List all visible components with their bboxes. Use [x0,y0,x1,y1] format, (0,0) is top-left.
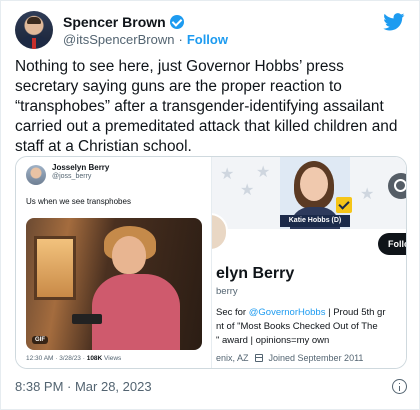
tweet-media[interactable]: Josselyn Berry @joss_berry Us when we se… [15,156,407,369]
embedded-tweet[interactable]: Josselyn Berry @joss_berry Us when we se… [16,157,212,368]
profile-bio-line1: Sec for @GovernorHobbs | Proud 5th gr [216,307,386,318]
calendar-icon [254,354,263,362]
profile-handle: berry [216,286,238,297]
banner-star: ★ [360,186,375,203]
profile-name: elyn Berry [216,265,295,282]
banner-label: Katie Hobbs (D) [280,215,350,227]
embedded-meta: 12:30 AM · 3/28/23 · 108K Views [26,355,121,362]
check-badge-icon [336,197,352,213]
gif-badge: GIF [32,336,48,344]
embedded-meta-time: 12:30 AM · 3/28/23 · [26,355,87,362]
tweet-text: Nothing to see here, just Governor Hobbs… [15,58,398,155]
gif-figure [92,274,180,350]
twitter-bird-icon[interactable] [383,13,405,31]
embedded-gif[interactable]: GIF [26,218,202,350]
profile-joined: Joined September 2011 [268,353,364,363]
author-name-row: Spencer Brown [63,14,184,30]
bio-prefix: Sec for [216,307,249,318]
author-name[interactable]: Spencer Brown [63,14,166,30]
avatar-tie [32,38,36,49]
avatar-hair [27,17,41,24]
profile-screenshot: ★ ★ ★ ★ Katie Hobbs (D) Follo elyn Berry… [212,157,406,368]
embedded-meta-views: 108K [86,355,103,362]
profile-bio-line3: " award | opinions=my own [216,335,330,346]
tweet-timestamp[interactable]: 8:38 PM · Mar 28, 2023 [15,379,152,394]
bio-suffix: | Proud 5th gr [325,307,386,318]
verified-badge-icon [169,15,184,29]
banner-star: ★ [220,166,235,183]
author-handle-row: @itsSpencerBrown · Follow [63,32,228,47]
profile-meta: enix, AZ Joined September 2011 [216,353,363,363]
info-icon[interactable] [392,379,407,394]
embedded-name: Josselyn Berry [52,163,110,172]
search-icon[interactable] [388,173,406,199]
gif-face [112,236,146,274]
profile-follow-button[interactable]: Follo [378,233,406,255]
embedded-avatar [26,165,46,185]
profile-banner: ★ ★ ★ ★ Katie Hobbs (D) [212,157,406,229]
banner-star: ★ [256,164,271,181]
embedded-meta-views-label: Views [102,355,122,362]
separator-dot: · [178,32,183,47]
portrait-face [300,167,328,201]
embedded-handle: @joss_berry [52,173,92,180]
gif-window [34,236,76,300]
bio-mention-link[interactable]: @GovernorHobbs [249,307,326,318]
profile-bio-line2: nt of "Most Books Checked Out of The [216,321,378,332]
profile-location: enix, AZ [216,353,249,363]
tweet-card: Spencer Brown @itsSpencerBrown · Follow … [0,0,420,410]
banner-star: ★ [240,182,255,199]
embedded-text: Us when we see transphobes [26,197,131,206]
tweet-header: Spencer Brown @itsSpencerBrown · Follow [15,11,407,51]
follow-button[interactable]: Follow [187,32,228,47]
author-handle[interactable]: @itsSpencerBrown [63,32,174,47]
gif-pistol [72,314,102,324]
author-avatar[interactable] [15,11,53,49]
